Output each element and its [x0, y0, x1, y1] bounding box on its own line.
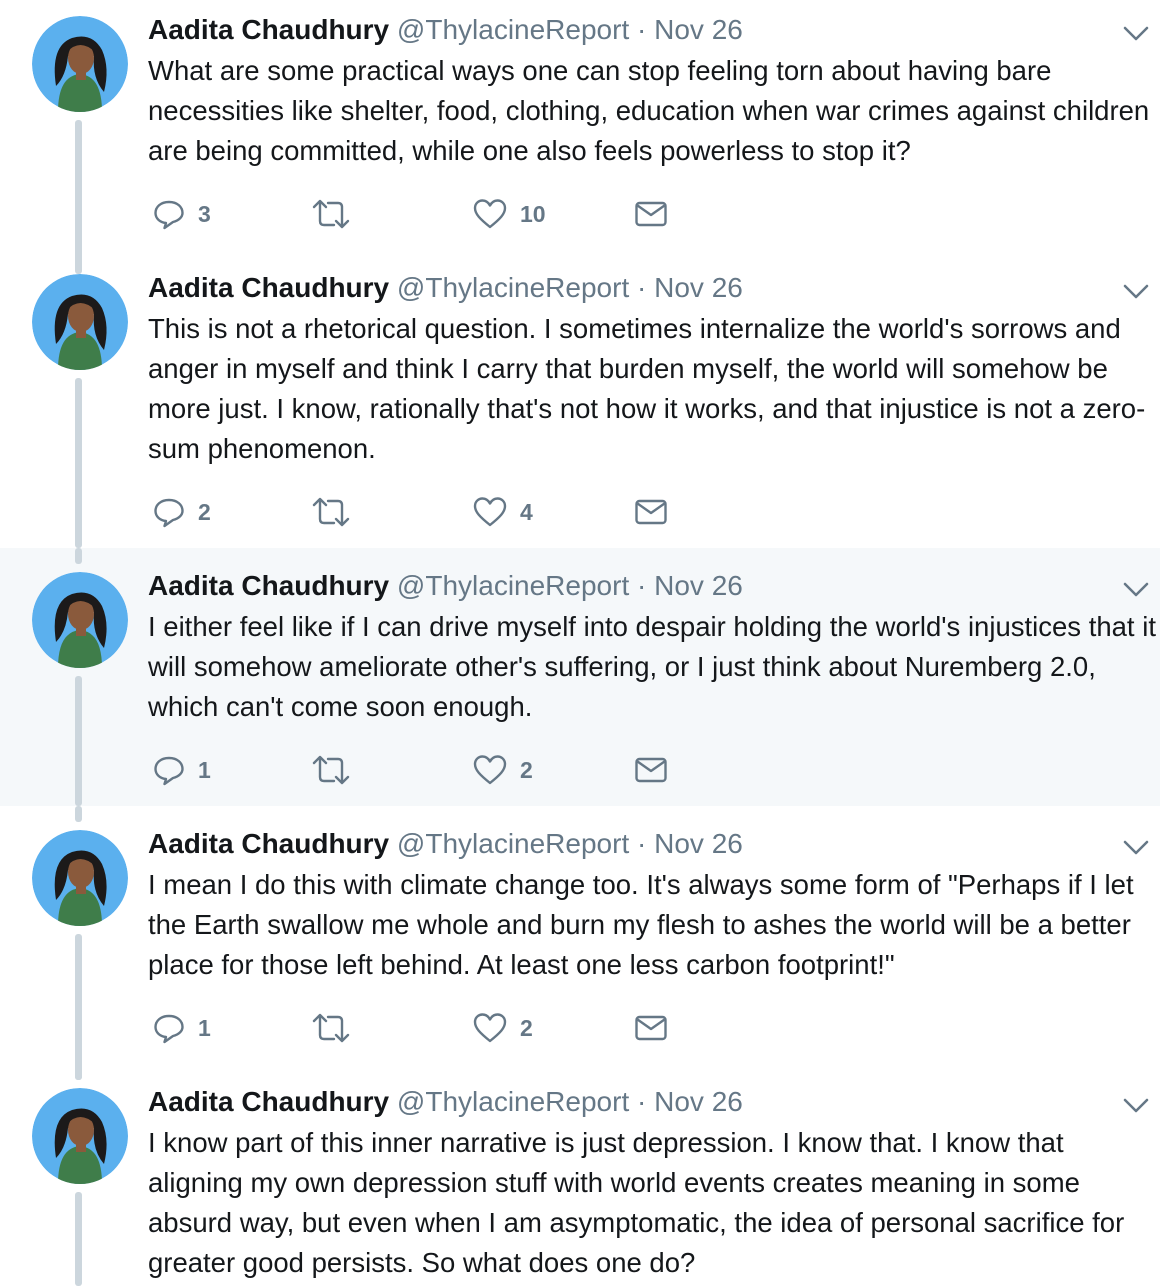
- reply-button[interactable]: 2: [152, 492, 211, 532]
- thread-connector: [75, 120, 82, 266]
- direct-message-button[interactable]: [634, 492, 668, 532]
- avatar[interactable]: [32, 1088, 128, 1184]
- retweet-icon: [312, 197, 350, 231]
- tweet-date[interactable]: · Nov 26: [637, 1086, 743, 1117]
- like-button[interactable]: 10: [472, 194, 546, 234]
- reply-count: 1: [198, 756, 211, 783]
- like-button[interactable]: 4: [472, 492, 533, 532]
- tweet[interactable]: Aadita Chaudhury @ThylacineReport · Nov …: [0, 1064, 1160, 1286]
- thread-connector: [75, 548, 82, 564]
- mail-icon: [634, 497, 668, 527]
- avatar[interactable]: [32, 274, 128, 370]
- reply-icon: [152, 753, 186, 787]
- tweet-text: I know part of this inner narrative is j…: [148, 1127, 1125, 1278]
- reply-icon: [152, 495, 186, 529]
- retweet-button[interactable]: [312, 750, 362, 790]
- chevron-down-icon[interactable]: [1122, 838, 1150, 858]
- tweet-header: Aadita Chaudhury @ThylacineReport · Nov …: [148, 1087, 743, 1117]
- like-button[interactable]: 2: [472, 1008, 533, 1048]
- author-handle[interactable]: @ThylacineReport: [397, 828, 629, 859]
- mail-icon: [634, 755, 668, 785]
- tweet-text: I mean I do this with climate change too…: [148, 869, 1134, 980]
- like-count: 10: [520, 200, 546, 227]
- avatar[interactable]: [32, 572, 128, 668]
- retweet-button[interactable]: [312, 1008, 362, 1048]
- reply-button[interactable]: 1: [152, 1008, 211, 1048]
- tweet[interactable]: Aadita Chaudhury @ThylacineReport · Nov …: [0, 0, 1160, 266]
- retweet-button[interactable]: [312, 194, 362, 234]
- author-name[interactable]: Aadita Chaudhury: [148, 272, 389, 303]
- direct-message-button[interactable]: [634, 750, 668, 790]
- mail-icon: [634, 1013, 668, 1043]
- avatar[interactable]: [32, 16, 128, 112]
- chevron-down-icon[interactable]: [1122, 580, 1150, 600]
- tweet-date[interactable]: · Nov 26: [637, 272, 743, 303]
- tweet-header: Aadita Chaudhury @ThylacineReport · Nov …: [148, 15, 743, 45]
- tweet-actions: 1 2: [148, 750, 748, 790]
- reply-button[interactable]: 1: [152, 750, 211, 790]
- heart-icon: [472, 1011, 508, 1045]
- retweet-icon: [312, 495, 350, 529]
- reply-icon: [152, 197, 186, 231]
- author-handle[interactable]: @ThylacineReport: [397, 272, 629, 303]
- reply-count: 1: [198, 1014, 211, 1041]
- reply-count: 2: [198, 498, 211, 525]
- like-count: 2: [520, 756, 533, 783]
- tweet-text: What are some practical ways one can sto…: [148, 55, 1150, 166]
- thread-connector: [75, 934, 82, 1080]
- reply-button[interactable]: 3: [152, 194, 211, 234]
- tweet-date[interactable]: · Nov 26: [637, 570, 743, 601]
- tweet[interactable]: Aadita Chaudhury @ThylacineReport · Nov …: [0, 806, 1160, 1080]
- thread-connector: [75, 378, 82, 548]
- retweet-icon: [312, 1011, 350, 1045]
- direct-message-button[interactable]: [634, 1008, 668, 1048]
- author-handle[interactable]: @ThylacineReport: [397, 570, 629, 601]
- tweet[interactable]: Aadita Chaudhury @ThylacineReport · Nov …: [0, 258, 1160, 548]
- thread-connector: [75, 1192, 82, 1286]
- reply-count: 3: [198, 200, 211, 227]
- chevron-down-icon[interactable]: [1122, 1096, 1150, 1116]
- heart-icon: [472, 197, 508, 231]
- tweet-header: Aadita Chaudhury @ThylacineReport · Nov …: [148, 571, 743, 601]
- direct-message-button[interactable]: [634, 194, 668, 234]
- thread-connector: [75, 806, 82, 822]
- chevron-down-icon[interactable]: [1122, 282, 1150, 302]
- tweet-actions: 2 4: [148, 492, 748, 532]
- heart-icon: [472, 495, 508, 529]
- thread-connector: [75, 676, 82, 806]
- tweet-text: I either feel like if I can drive myself…: [148, 611, 1156, 722]
- author-handle[interactable]: @ThylacineReport: [397, 14, 629, 45]
- tweet[interactable]: Aadita Chaudhury @ThylacineReport · Nov …: [0, 548, 1160, 806]
- thread-connector: [75, 1064, 82, 1080]
- like-count: 2: [520, 1014, 533, 1041]
- tweet-date[interactable]: · Nov 26: [637, 828, 743, 859]
- reply-icon: [152, 1011, 186, 1045]
- author-handle[interactable]: @ThylacineReport: [397, 1086, 629, 1117]
- like-button[interactable]: 2: [472, 750, 533, 790]
- tweet-header: Aadita Chaudhury @ThylacineReport · Nov …: [148, 829, 743, 859]
- tweet-text: This is not a rhetorical question. I som…: [148, 313, 1146, 464]
- chevron-down-icon[interactable]: [1122, 24, 1150, 44]
- tweet-thread: Aadita Chaudhury @ThylacineReport · Nov …: [0, 0, 1160, 1286]
- tweet-header: Aadita Chaudhury @ThylacineReport · Nov …: [148, 273, 743, 303]
- author-name[interactable]: Aadita Chaudhury: [148, 570, 389, 601]
- tweet-actions: 3 10: [148, 194, 748, 234]
- tweet-actions: 1 2: [148, 1008, 748, 1048]
- avatar[interactable]: [32, 830, 128, 926]
- mail-icon: [634, 199, 668, 229]
- retweet-button[interactable]: [312, 492, 362, 532]
- retweet-icon: [312, 753, 350, 787]
- author-name[interactable]: Aadita Chaudhury: [148, 14, 389, 45]
- author-name[interactable]: Aadita Chaudhury: [148, 1086, 389, 1117]
- tweet-date[interactable]: · Nov 26: [637, 14, 743, 45]
- like-count: 4: [520, 498, 533, 525]
- author-name[interactable]: Aadita Chaudhury: [148, 828, 389, 859]
- heart-icon: [472, 753, 508, 787]
- thread-connector: [75, 258, 82, 274]
